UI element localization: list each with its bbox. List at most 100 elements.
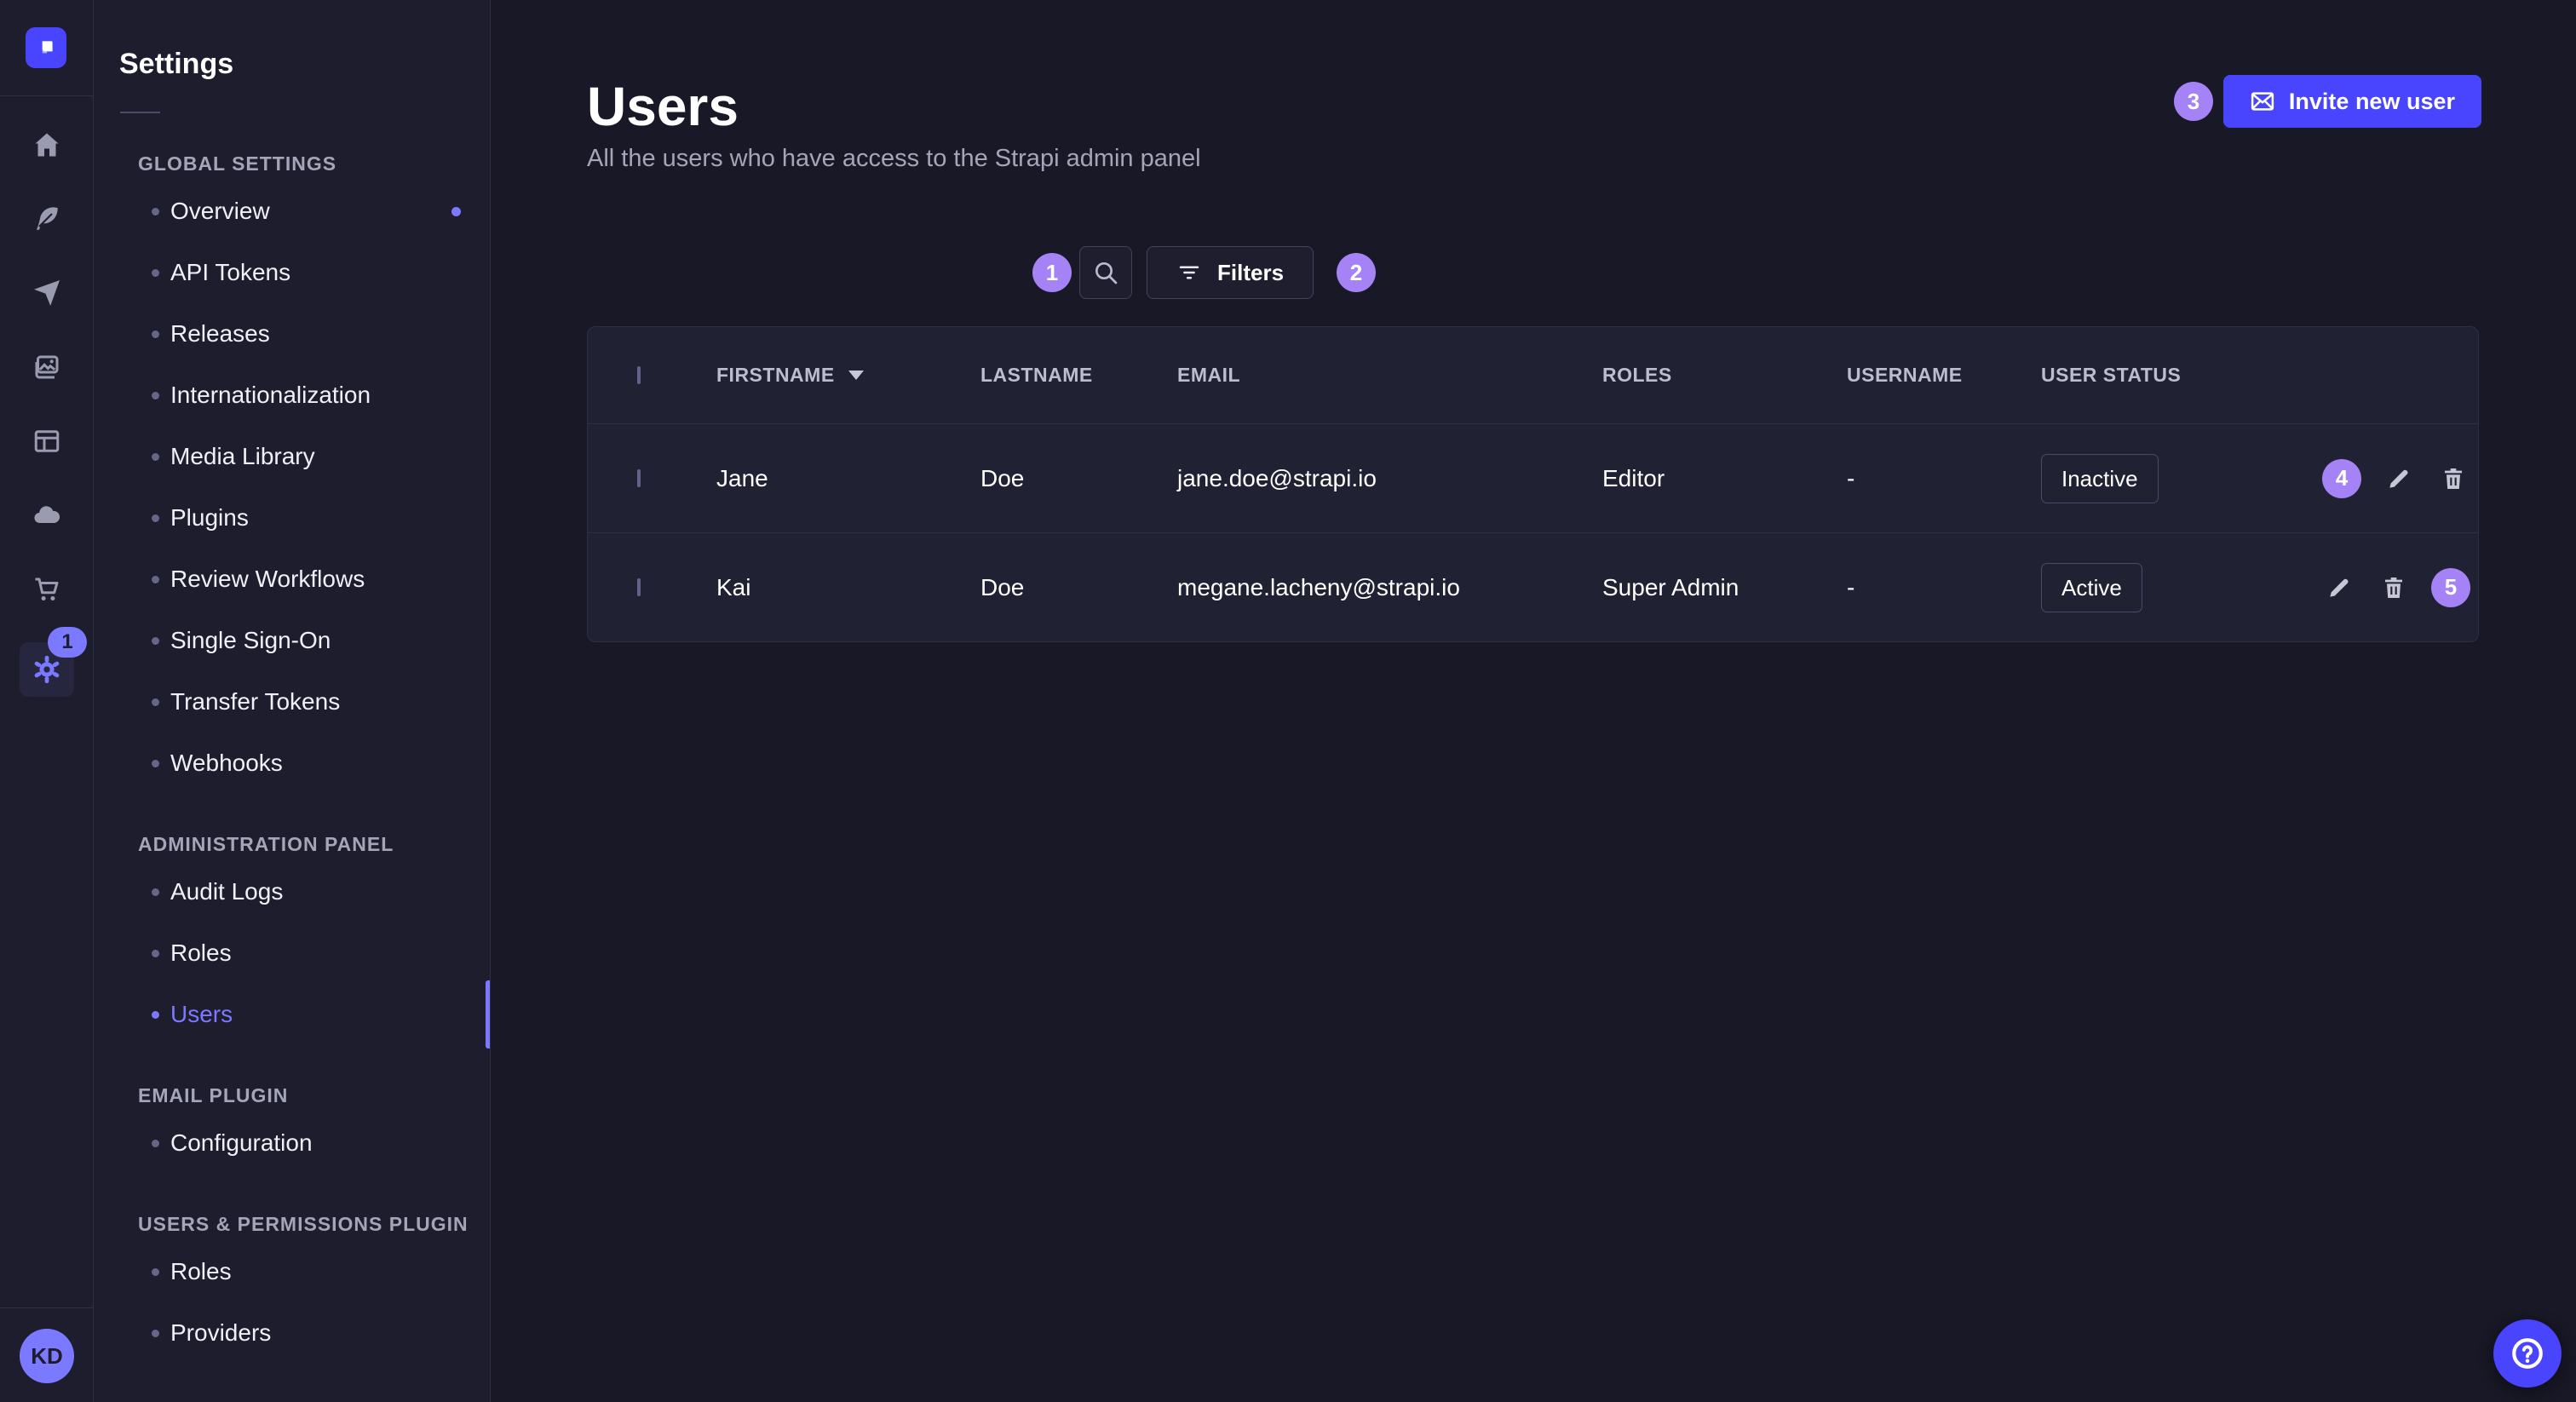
- section-label-email-plugin: EMAIL PLUGIN: [138, 1084, 490, 1107]
- sidebar-item-api-tokens[interactable]: API Tokens: [94, 242, 490, 303]
- edit-user-button[interactable]: [2322, 571, 2356, 605]
- sidebar-item-label: Roles: [170, 939, 232, 967]
- pencil-icon: [2326, 574, 2353, 601]
- icon-rail: 1 KD: [0, 0, 94, 1402]
- sidebar-item-transfer-tokens[interactable]: Transfer Tokens: [94, 671, 490, 733]
- sidebar-item-plugins[interactable]: Plugins: [94, 487, 490, 549]
- strapi-logo-icon: [35, 37, 57, 59]
- cell-username: -: [1847, 574, 2041, 601]
- annotation-4: 4: [2322, 459, 2361, 498]
- sidebar-item-label: API Tokens: [170, 259, 290, 286]
- settings-notification-badge: 1: [48, 627, 87, 658]
- sidebar-item-label: Overview: [170, 198, 270, 225]
- user-avatar[interactable]: KD: [20, 1329, 74, 1383]
- column-header-username[interactable]: USERNAME: [1847, 364, 2041, 387]
- sort-desc-icon: [848, 371, 864, 380]
- bullet-icon: [152, 1330, 159, 1337]
- sidebar-item-audit-logs[interactable]: Audit Logs: [94, 861, 490, 922]
- notification-dot-icon: [451, 207, 461, 216]
- column-header-email[interactable]: EMAIL: [1177, 364, 1602, 387]
- layout-icon[interactable]: [30, 424, 64, 458]
- title-divider: [120, 112, 160, 113]
- row-checkbox[interactable]: [637, 578, 641, 596]
- edit-user-button[interactable]: [2382, 462, 2416, 496]
- rail-divider: [0, 1307, 93, 1308]
- status-badge: Active: [2041, 563, 2142, 612]
- sidebar-title: Settings: [119, 48, 490, 81]
- sidebar-item-review-workflows[interactable]: Review Workflows: [94, 549, 490, 610]
- row-actions: 4: [2322, 459, 2479, 498]
- bullet-icon: [152, 576, 159, 583]
- sidebar-item-label: Providers: [170, 1319, 271, 1347]
- cell-email: megane.lacheny@strapi.io: [1177, 574, 1602, 601]
- section-label-global-settings: GLOBAL SETTINGS: [138, 152, 490, 175]
- sidebar-item-label: Webhooks: [170, 750, 283, 777]
- sidebar-item-media-library[interactable]: Media Library: [94, 426, 490, 487]
- bullet-icon: [152, 760, 159, 767]
- sidebar-item-label: Roles: [170, 1258, 232, 1285]
- table-header-row: FIRSTNAME LASTNAME EMAIL ROLES USERNAME …: [588, 327, 2478, 423]
- cell-firstname: Kai: [716, 574, 980, 601]
- sidebar-item-single-sign-on[interactable]: Single Sign-On: [94, 610, 490, 671]
- sidebar-item-users[interactable]: Users: [94, 984, 490, 1045]
- annotation-5: 5: [2431, 568, 2470, 607]
- sidebar-item-internationalization[interactable]: Internationalization: [94, 365, 490, 426]
- delete-user-button[interactable]: [2436, 462, 2470, 496]
- search-button[interactable]: [1079, 246, 1132, 299]
- filters-button-label: Filters: [1217, 260, 1284, 286]
- marketplace-cart-icon[interactable]: [30, 572, 64, 606]
- pencil-icon: [2385, 465, 2412, 492]
- page-title: Users: [587, 75, 739, 138]
- sidebar-item-up-roles[interactable]: Roles: [94, 1241, 490, 1302]
- cell-roles: Super Admin: [1602, 574, 1847, 601]
- sidebar-item-label: Media Library: [170, 443, 315, 470]
- sidebar-item-label: Transfer Tokens: [170, 688, 340, 715]
- sidebar-item-configuration[interactable]: Configuration: [94, 1112, 490, 1174]
- column-header-user-status[interactable]: USER STATUS: [2041, 364, 2322, 387]
- page-subtitle: All the users who have access to the Str…: [587, 145, 1201, 173]
- delete-user-button[interactable]: [2377, 571, 2411, 605]
- settings-sidebar: Settings GLOBAL SETTINGS Overview API To…: [94, 0, 491, 1402]
- table-toolbar: 1 Filters 2: [1032, 246, 1376, 299]
- row-checkbox[interactable]: [637, 469, 641, 487]
- help-button[interactable]: [2493, 1319, 2562, 1388]
- sidebar-item-label: Users: [170, 1001, 233, 1028]
- section-label-users-permissions-plugin: USERS & PERMISSIONS PLUGIN: [138, 1213, 490, 1236]
- annotation-1: 1: [1032, 253, 1072, 292]
- bullet-icon: [152, 269, 159, 277]
- sidebar-item-admin-roles[interactable]: Roles: [94, 922, 490, 984]
- filters-button[interactable]: Filters: [1147, 246, 1314, 299]
- sidebar-item-releases[interactable]: Releases: [94, 303, 490, 365]
- sidebar-item-providers[interactable]: Providers: [94, 1302, 490, 1364]
- question-mark-icon: [2510, 1336, 2545, 1371]
- users-table: FIRSTNAME LASTNAME EMAIL ROLES USERNAME …: [587, 326, 2479, 642]
- cell-firstname: Jane: [716, 465, 980, 492]
- home-icon[interactable]: [30, 128, 64, 162]
- select-all-checkbox[interactable]: [637, 366, 641, 384]
- invite-button-label: Invite new user: [2289, 89, 2455, 115]
- paper-plane-icon[interactable]: [30, 276, 64, 310]
- cell-username: -: [1847, 465, 2041, 492]
- search-icon: [1092, 259, 1119, 286]
- column-header-roles[interactable]: ROLES: [1602, 364, 1847, 387]
- strapi-logo[interactable]: [26, 27, 66, 68]
- column-header-lastname[interactable]: LASTNAME: [980, 364, 1177, 387]
- sidebar-item-label: Configuration: [170, 1129, 313, 1157]
- sidebar-item-webhooks[interactable]: Webhooks: [94, 733, 490, 794]
- sidebar-item-label: Audit Logs: [170, 878, 283, 905]
- invite-new-user-button[interactable]: Invite new user: [2223, 75, 2481, 128]
- sidebar-item-overview[interactable]: Overview: [94, 181, 490, 242]
- sidebar-item-label: Releases: [170, 320, 270, 348]
- table-row[interactable]: Jane Doe jane.doe@strapi.io Editor - Ina…: [588, 423, 2478, 532]
- content-builder-feather-icon[interactable]: [30, 202, 64, 236]
- bullet-icon: [152, 698, 159, 706]
- bullet-icon: [152, 637, 159, 645]
- sidebar-item-label: Single Sign-On: [170, 627, 331, 654]
- cloud-icon[interactable]: [30, 498, 64, 532]
- table-row[interactable]: Kai Doe megane.lacheny@strapi.io Super A…: [588, 532, 2478, 641]
- section-label-administration-panel: ADMINISTRATION PANEL: [138, 833, 490, 856]
- bullet-icon: [152, 1011, 159, 1019]
- column-header-firstname[interactable]: FIRSTNAME: [716, 364, 980, 387]
- bullet-icon: [152, 453, 159, 461]
- media-images-icon[interactable]: [30, 350, 64, 384]
